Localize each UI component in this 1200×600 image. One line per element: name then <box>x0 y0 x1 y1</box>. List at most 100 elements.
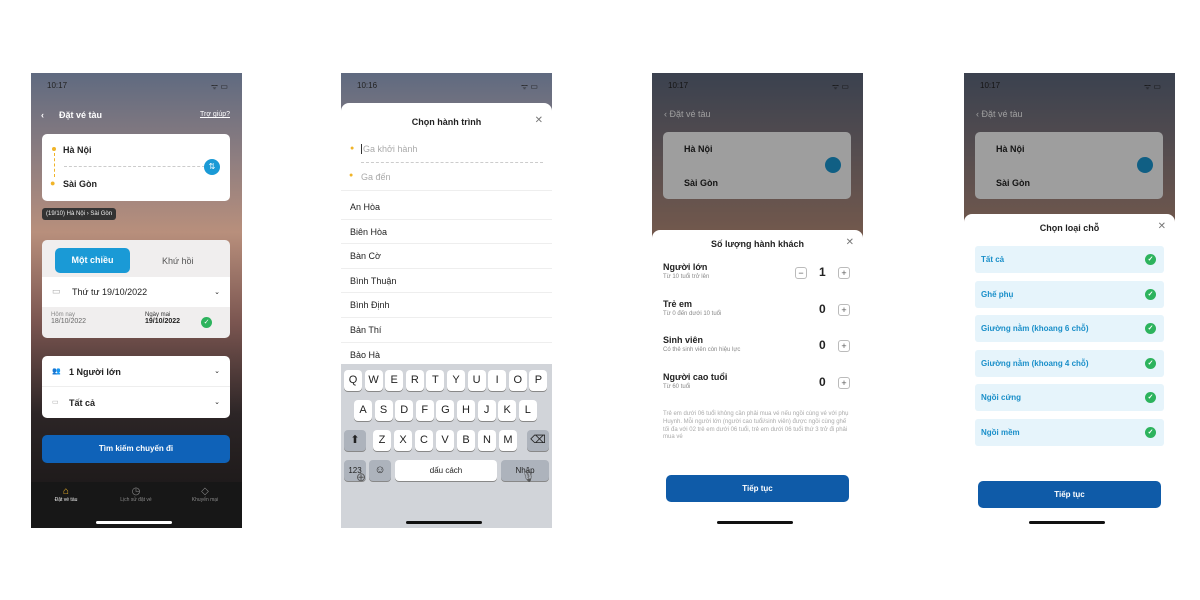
swap-icon[interactable]: ⇅ <box>204 159 220 175</box>
key-s[interactable]: S <box>374 400 393 421</box>
nav-book[interactable]: ⌂ Đặt vé tàu <box>45 486 87 503</box>
station-item[interactable]: Biên Hòa <box>341 220 552 245</box>
nav-promotions[interactable]: ◇ Khuyến mại <box>183 486 227 503</box>
sheet-title: Chọn hành trình <box>411 117 482 127</box>
key-g[interactable]: G <box>436 400 455 421</box>
key-z[interactable]: Z <box>373 430 391 451</box>
bottom-nav: ⌂ Đặt vé tàu ◷ Lịch sử đặt vé ◇ Khuyến mại <box>31 482 242 528</box>
check-icon: ✓ <box>1145 426 1156 438</box>
increment-button[interactable]: + <box>838 267 850 279</box>
increment-button[interactable]: + <box>838 340 850 352</box>
status-time: 10:16 <box>357 81 378 90</box>
today-option[interactable]: Hôm nay 18/10/2022 <box>51 312 86 325</box>
close-icon[interactable]: ✕ <box>1158 221 1166 232</box>
back-button[interactable]: ‹ <box>41 110 44 120</box>
key-e[interactable]: E <box>385 370 404 391</box>
key-t[interactable]: T <box>426 370 445 391</box>
tomorrow-option[interactable]: Ngày mai 19/10/2022 <box>145 312 180 325</box>
seat-option[interactable]: Giường nằm (khoang 4 chỗ) ✓ <box>975 349 1164 377</box>
key-k[interactable]: K <box>498 400 517 421</box>
key-p[interactable]: P <box>529 370 548 391</box>
seat-option[interactable]: Giường nằm (khoang 6 chỗ) ✓ <box>975 315 1164 342</box>
station-item[interactable]: An Hòa <box>341 195 552 220</box>
decrement-button[interactable]: − <box>795 267 807 279</box>
to-station[interactable]: Sài Gòn <box>63 179 97 189</box>
key-c[interactable]: C <box>415 430 433 451</box>
backspace-key[interactable]: ⌫ <box>527 430 549 451</box>
arrival-input[interactable]: Ga đến <box>361 172 391 182</box>
passenger-count: 1 <box>819 265 826 279</box>
passenger-count: 0 <box>819 338 826 352</box>
search-trips-button[interactable]: Tìm kiếm chuyến đi <box>42 435 230 463</box>
options-card: 👥 1 Người lớn ⌄ ▭ Tất cả ⌄ <box>42 356 230 418</box>
people-icon: 👥 <box>52 368 61 375</box>
check-icon: ✓ <box>1145 254 1156 265</box>
passenger-select[interactable]: 👥 1 Người lớn ⌄ <box>42 356 230 387</box>
key-o[interactable]: O <box>508 370 527 391</box>
station-item[interactable]: Bình Định <box>341 293 552 318</box>
tab-round-trip[interactable]: Khứ hồi <box>162 256 194 266</box>
battery-icon: ᯤ ▭ <box>520 82 538 91</box>
location-pin-icon: ● <box>349 172 354 179</box>
home-icon: ⌂ <box>62 486 70 497</box>
screen-choose-route: 10:16 ᯤ ▭ Chọn hành trình ✕ ● Ga khởi hàn… <box>341 73 552 528</box>
key-l[interactable]: L <box>518 400 537 421</box>
key-r[interactable]: R <box>405 370 424 391</box>
key-y[interactable]: Y <box>447 370 465 391</box>
microphone-icon[interactable]: 🎙 <box>521 470 535 483</box>
globe-icon[interactable]: ⊕ <box>356 470 366 484</box>
seat-option[interactable]: Ghế phụ ✓ <box>975 280 1164 308</box>
key-j[interactable]: J <box>477 400 496 421</box>
key-f[interactable]: F <box>415 400 434 421</box>
date-picker[interactable]: ▭ Thứ tư 19/10/2022 ⌄ <box>42 277 230 307</box>
check-icon: ✓ <box>1145 288 1156 300</box>
continue-button[interactable]: Tiếp tục <box>978 481 1161 508</box>
key-i[interactable]: I <box>488 370 507 391</box>
screen-book-ticket: 10:17 ᯤ ▭ ‹ Đặt vé tàu Trợ giúp? Hà Nội ●… <box>31 73 242 528</box>
location-pin-icon: ● <box>50 178 56 188</box>
key-u[interactable]: U <box>467 370 486 391</box>
help-link[interactable]: Trợ giúp? <box>200 111 230 118</box>
increment-button[interactable]: + <box>838 376 850 389</box>
key-d[interactable]: D <box>395 400 414 421</box>
key-x[interactable]: X <box>394 430 412 451</box>
seat-option[interactable]: Ngồi cứng ✓ <box>975 384 1164 411</box>
recent-route-chip[interactable]: (19/10) Hà Nội › Sài Gòn <box>42 208 117 220</box>
seat-type-select[interactable]: ▭ Tất cả ⌄ <box>42 387 230 418</box>
key-w[interactable]: W <box>364 370 383 391</box>
key-space[interactable]: dấu cách <box>395 460 497 481</box>
tag-icon: ◇ <box>201 486 209 497</box>
chevron-down-icon: ⌄ <box>214 289 220 296</box>
tab-one-way[interactable]: Một chiều <box>55 248 130 273</box>
from-station[interactable]: Hà Nội <box>63 145 92 155</box>
increment-button[interactable]: + <box>838 303 850 316</box>
key-b[interactable]: B <box>457 430 475 451</box>
sheet-title: Chọn loại chỗ <box>1039 223 1100 233</box>
station-item[interactable]: Bản Thí <box>341 318 552 343</box>
station-item[interactable]: Bàn Cờ <box>341 244 552 269</box>
battery-icon: ᯤ ▭ <box>210 82 228 91</box>
seat-icon: ▭ <box>52 399 59 406</box>
passenger-type: Người lớn Từ 10 tuổi trở lên <box>663 262 710 280</box>
station-item[interactable]: Bình Thuận <box>341 269 552 294</box>
emoji-key[interactable]: ☺ <box>369 460 391 481</box>
key-h[interactable]: H <box>457 400 475 421</box>
key-m[interactable]: M <box>499 430 517 451</box>
sheet-title: Số lượng hành khách <box>711 239 804 249</box>
seat-option[interactable]: Ngồi mềm ✓ <box>975 418 1164 446</box>
close-icon[interactable]: ✕ <box>846 237 854 248</box>
keyboard: 123 ☺ dấu cách Nhập ⬆ ⌫ ⊕ 🎙 QWERTYUIOPAS… <box>341 364 552 528</box>
seat-option[interactable]: Tất cả ✓ <box>975 246 1164 273</box>
shift-key[interactable]: ⬆ <box>344 430 366 451</box>
key-n[interactable]: N <box>478 430 496 451</box>
nav-history[interactable]: ◷ Lịch sử đặt vé <box>113 486 159 503</box>
continue-button[interactable]: Tiếp tục <box>666 475 849 502</box>
key-v[interactable]: V <box>436 430 454 451</box>
key-a[interactable]: A <box>354 400 372 421</box>
key-q[interactable]: Q <box>344 370 362 391</box>
passenger-type: Trẻ em Từ 0 đến dưới 10 tuổi <box>663 298 722 317</box>
history-icon: ◷ <box>131 486 141 497</box>
close-icon[interactable]: ✕ <box>535 115 543 126</box>
passenger-count: 0 <box>819 301 826 316</box>
departure-input[interactable]: Ga khởi hành <box>361 144 417 154</box>
